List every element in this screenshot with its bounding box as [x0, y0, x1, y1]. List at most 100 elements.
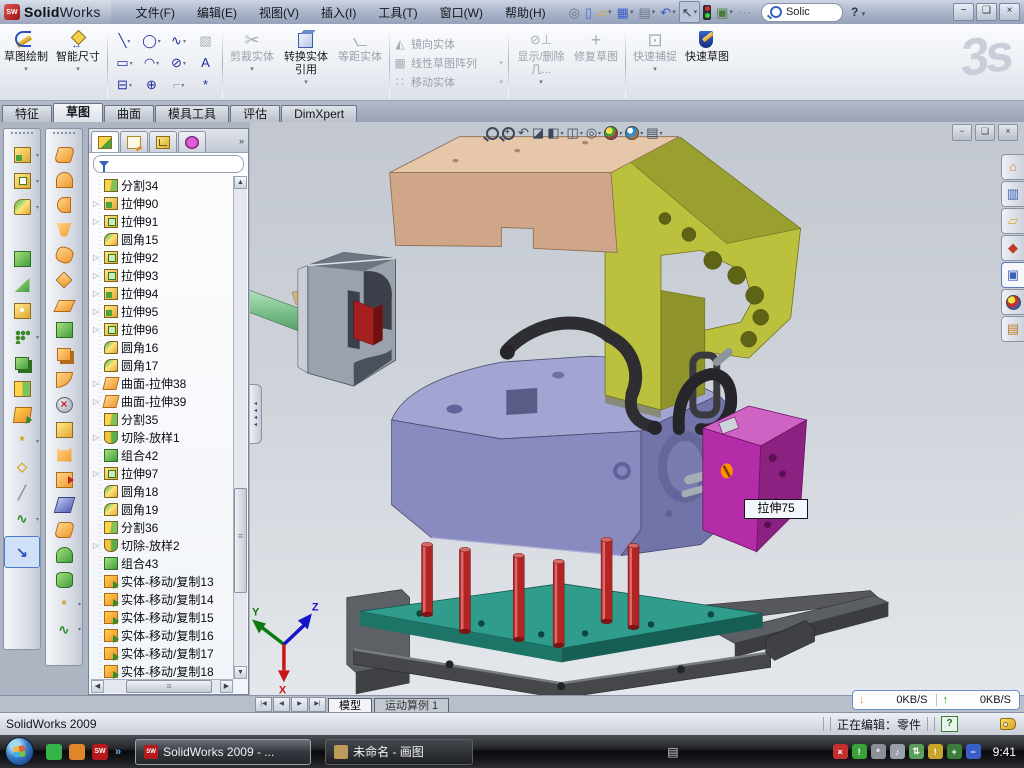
swept-surface-button[interactable]: [47, 192, 81, 217]
zoom-area-button[interactable]: [502, 127, 515, 140]
tree-item[interactable]: 圆角18: [91, 482, 233, 500]
dropdown-icon[interactable]: ▾: [127, 38, 130, 45]
repair-sketch-button[interactable]: + 修复草图: [570, 26, 622, 100]
line-button[interactable]: ╲▾: [111, 31, 138, 52]
dropdown-icon[interactable]: ▾: [158, 38, 161, 45]
display-style-button[interactable]: ◫▾: [567, 125, 583, 141]
dropdown-icon[interactable]: ▾: [630, 8, 634, 16]
menu-item[interactable]: 视图(V): [248, 0, 310, 24]
tree-filter-input[interactable]: [93, 155, 244, 173]
graphics-viewport[interactable]: Y Z X ↶◪◧▾◫▾◎▾▾▾▤▾ − ❏ × ⌂▥▱◆▣▤ 拉伸75 ◂◂◂…: [250, 122, 1024, 695]
dropdown-icon[interactable]: ▾: [580, 130, 583, 137]
move-dropdown[interactable]: ▾: [499, 78, 505, 86]
sheet-nav-0[interactable]: |◀: [255, 697, 272, 712]
dropdown-icon[interactable]: ▾: [608, 8, 612, 16]
undo-icon[interactable]: ↶▾: [658, 2, 677, 22]
minimize-button[interactable]: −: [953, 3, 974, 21]
menu-item[interactable]: 插入(I): [310, 0, 367, 24]
expand-tabs-icon[interactable]: »: [239, 136, 244, 146]
replace-face-button[interactable]: [47, 417, 81, 442]
convert-entities-button[interactable]: 转换实体引用 ▾: [278, 26, 334, 100]
dropdown-icon[interactable]: ▾: [156, 60, 159, 67]
sketch-fillet-button[interactable]: ⌐▾: [165, 75, 192, 96]
view-palette-tab[interactable]: ▣: [1001, 262, 1024, 288]
knit-surface-button[interactable]: [47, 517, 81, 542]
dropdown-icon[interactable]: ▾: [640, 130, 643, 137]
select-icon[interactable]: ↖▾: [679, 1, 700, 23]
model-magenta-block[interactable]: [703, 406, 807, 552]
dropdown-icon[interactable]: ▾: [130, 60, 133, 67]
dropdown-icon[interactable]: ▾: [660, 130, 663, 137]
tree-item[interactable]: 实体-移动/复制13: [91, 572, 233, 590]
dropdown-icon[interactable]: ▾: [729, 8, 733, 16]
sheet-nav-3[interactable]: ▶|: [309, 697, 326, 712]
tree-item[interactable]: 实体-移动/复制17: [91, 644, 233, 662]
sketch-button[interactable]: 草图绘制 ▾: [0, 26, 52, 100]
extruded-cut-button[interactable]: ▾: [5, 168, 39, 194]
scroll-left-icon[interactable]: ◀: [91, 680, 104, 693]
dropdown-icon[interactable]: ▾: [36, 516, 39, 523]
dropdown-icon[interactable]: ▾: [36, 334, 39, 341]
smart-dimension-dropdown[interactable]: ▾: [76, 65, 80, 73]
convert-dropdown[interactable]: ▾: [304, 78, 308, 86]
polygon-button[interactable]: ⊕: [138, 75, 165, 96]
tree-item[interactable]: ▷切除-放样1: [91, 428, 233, 446]
dropdown-icon[interactable]: ▾: [619, 130, 622, 137]
view-settings-button[interactable]: ▤▾: [646, 125, 662, 141]
linear-pattern-button[interactable]: ▾: [5, 324, 39, 350]
security-tray-icon[interactable]: !: [852, 744, 867, 759]
tree-item[interactable]: ▷拉伸93: [91, 266, 233, 284]
tab-模具工具[interactable]: 模具工具: [155, 105, 229, 122]
planar-surface-button[interactable]: [47, 292, 81, 317]
dome-button[interactable]: [47, 542, 81, 567]
ruled-surface-button[interactable]: [47, 317, 81, 342]
expander-icon[interactable]: ▷: [91, 253, 101, 262]
view-orientation-button[interactable]: ◧▾: [547, 125, 563, 141]
rapid-sketch-button[interactable]: 快速草图: [681, 26, 733, 100]
surface-point-button[interactable]: *▾: [47, 592, 81, 617]
extend-surface-button[interactable]: [47, 467, 81, 492]
scroll-right-icon[interactable]: ▶: [220, 680, 233, 693]
trim-dropdown[interactable]: ▾: [250, 65, 254, 73]
box-select-button[interactable]: ▧: [192, 31, 219, 52]
arc-button[interactable]: ◠▾: [138, 53, 165, 74]
tree-item[interactable]: 圆角16: [91, 338, 233, 356]
sheet-nav-1[interactable]: ◀: [273, 697, 290, 712]
dropdown-icon[interactable]: ▾: [598, 130, 601, 137]
display-delete-relations-button[interactable]: ⊘⊥ 显示/删除几... ▾: [512, 26, 570, 100]
launcher-icon[interactable]: [69, 744, 85, 760]
tree-item[interactable]: ▷拉伸92: [91, 248, 233, 266]
section-view-button[interactable]: ◪: [532, 125, 544, 141]
dropdown-icon[interactable]: ▾: [36, 152, 39, 159]
dropdown-icon[interactable]: ▾: [561, 130, 564, 137]
boundary-surface-button[interactable]: [47, 242, 81, 267]
tree-item[interactable]: ▷拉伸90: [91, 194, 233, 212]
dropdown-icon[interactable]: ▾: [36, 178, 39, 185]
configurationmanager-tab[interactable]: [149, 131, 177, 152]
toolbar-grip[interactable]: [53, 132, 75, 138]
doc-minimize-button[interactable]: −: [952, 124, 972, 141]
model-clamp-block[interactable]: [298, 252, 396, 386]
reference-point-button[interactable]: *▾: [5, 428, 39, 454]
expander-icon[interactable]: ▷: [91, 469, 101, 478]
search-box[interactable]: Solic: [761, 3, 843, 22]
sketch-dropdown[interactable]: ▾: [24, 65, 28, 73]
smart-dimension-button[interactable]: 智能尺寸 ▾: [52, 26, 104, 100]
shell-button[interactable]: [5, 272, 39, 298]
wireless-warning-tray-icon[interactable]: !: [928, 744, 943, 759]
menu-item[interactable]: 编辑(E): [186, 0, 248, 24]
circle-button[interactable]: ◯▾: [138, 31, 165, 52]
delete-face-button[interactable]: [47, 392, 81, 417]
design-library-tab[interactable]: ▥: [1001, 181, 1024, 207]
volume-tray-icon[interactable]: ♪: [890, 744, 905, 759]
expander-icon[interactable]: ▷: [91, 379, 101, 388]
expander-icon[interactable]: ▷: [91, 307, 101, 316]
tree-item[interactable]: ▷曲面-拉伸39: [91, 392, 233, 410]
tab-评估[interactable]: 评估: [230, 105, 280, 122]
tree-vscroll-thumb[interactable]: [234, 488, 247, 593]
ellipse-button[interactable]: ⊘▾: [165, 53, 192, 74]
tab-草图[interactable]: 草图: [53, 103, 103, 122]
swept-boss-button[interactable]: [5, 220, 39, 246]
print-icon[interactable]: ▤▾: [636, 2, 657, 22]
edit-appearance-button[interactable]: ▾: [604, 126, 622, 140]
